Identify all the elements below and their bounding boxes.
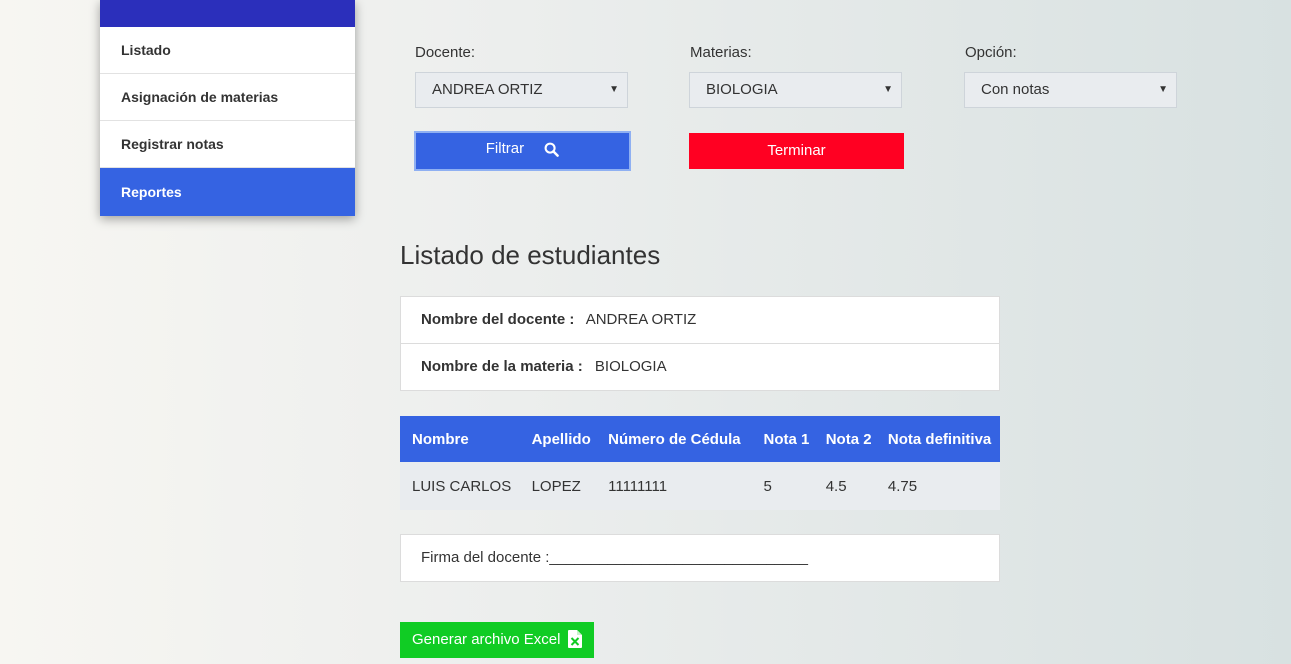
- sidebar-item-listado[interactable]: Listado: [100, 27, 355, 74]
- chevron-down-icon: ▼: [1158, 84, 1168, 95]
- chevron-down-icon: ▼: [883, 84, 893, 95]
- generate-excel-label: Generar archivo Excel: [412, 631, 561, 648]
- column-header-nombre: Nombre: [400, 416, 520, 462]
- cell-apellido: LOPEZ: [519, 462, 597, 510]
- table-header-row: Nombre Apellido Número de Cédula Nota 1 …: [400, 416, 1000, 462]
- opcion-select[interactable]: Con notas ▼: [964, 72, 1177, 108]
- sidebar-item-asignacion-materias[interactable]: Asignación de materias: [100, 74, 355, 121]
- sidebar-header: [100, 0, 355, 27]
- filter-button-label: Filtrar: [485, 140, 525, 157]
- opcion-select-value: Con notas: [981, 81, 1050, 98]
- signature-line: Firma del docente :_____________________…: [421, 549, 809, 566]
- generate-excel-button[interactable]: Generar archivo Excel: [400, 622, 594, 658]
- sidebar-item-reportes[interactable]: Reportes: [100, 168, 355, 216]
- column-header-nota1: Nota 1: [751, 416, 814, 462]
- students-table: Nombre Apellido Número de Cédula Nota 1 …: [400, 416, 1000, 510]
- teacher-row: Nombre del docente : ANDREA ORTIZ: [401, 297, 999, 344]
- cell-nota2: 4.5: [813, 462, 876, 510]
- teacher-label: Nombre del docente :: [421, 311, 575, 328]
- subject-value: BIOLOGIA: [594, 358, 667, 375]
- column-header-apellido: Apellido: [519, 416, 597, 462]
- column-header-cedula: Número de Cédula: [596, 416, 752, 462]
- materias-select-value: BIOLOGIA: [706, 81, 778, 98]
- cell-nombre: LUIS CARLOS: [400, 462, 520, 510]
- materias-label: Materias:: [690, 44, 752, 61]
- cell-nota1: 5: [751, 462, 814, 510]
- subject-label: Nombre de la materia :: [421, 358, 583, 375]
- sidebar: Listado Asignación de materias Registrar…: [100, 0, 355, 216]
- sidebar-item-registrar-notas[interactable]: Registrar notas: [100, 121, 355, 168]
- signature-box: Firma del docente :_____________________…: [400, 534, 1000, 582]
- end-button[interactable]: Terminar: [689, 133, 904, 169]
- cell-cedula: 11111111: [596, 462, 752, 510]
- cell-nota-definitiva: 4.75: [875, 462, 1000, 510]
- search-icon: [544, 142, 560, 157]
- excel-file-icon: [568, 630, 582, 648]
- info-box: Nombre del docente : ANDREA ORTIZ Nombre…: [400, 296, 1000, 391]
- opcion-label: Opción:: [965, 44, 1017, 61]
- page-title: Listado de estudiantes: [400, 240, 661, 270]
- table-row: LUIS CARLOS LOPEZ 11111111 5 4.5 4.75: [400, 462, 1000, 510]
- teacher-value: ANDREA ORTIZ: [585, 311, 697, 328]
- docente-label: Docente:: [415, 44, 476, 61]
- docente-select-value: ANDREA ORTIZ: [432, 81, 543, 98]
- column-header-nota-definitiva: Nota definitiva: [875, 416, 1000, 462]
- subject-row: Nombre de la materia : BIOLOGIA: [401, 344, 999, 390]
- column-header-nota2: Nota 2: [813, 416, 876, 462]
- materias-select[interactable]: BIOLOGIA ▼: [689, 72, 902, 108]
- chevron-down-icon: ▼: [609, 84, 619, 95]
- filter-button[interactable]: Filtrar: [414, 131, 631, 171]
- docente-select[interactable]: ANDREA ORTIZ ▼: [415, 72, 628, 108]
